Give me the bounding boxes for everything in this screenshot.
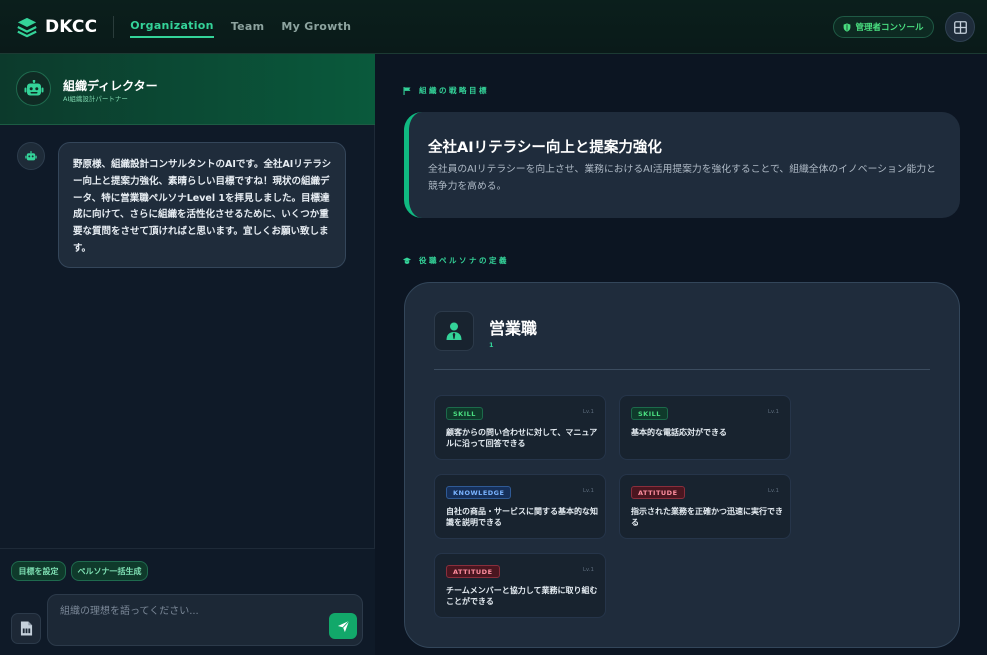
strategic-goal-card[interactable]: 全社AIリテラシー向上と提案力強化 全社員のAIリテラシーを向上させ、業務におけ… [404,112,960,218]
admin-console-label: 管理者コンソール [855,23,924,33]
persona-level: 1 [489,341,494,349]
chat-input[interactable] [47,594,363,646]
send-button[interactable] [329,613,357,639]
competency-level: Lv.1 [582,488,594,494]
goal-description: 全社員のAIリテラシーを向上させ、業務におけるAI活用提案力を強化することで、組… [428,164,936,192]
competency-type-badge: ATTITUDE [446,565,500,578]
persona-section-label: 役職ペルソナの定義 [403,255,509,266]
persona-avatar [434,311,474,351]
grid-icon [953,20,967,34]
competency-card[interactable]: SKILL Lv.1 基本的な電話応対ができる [619,395,791,460]
main-nav: Organization Team My Growth [130,0,368,54]
header-divider [113,15,115,38]
tab-team[interactable]: Team [231,16,265,38]
competency-text: 基本的な電話応対ができる [631,428,727,437]
bot-header: 組織ディレクター AI組織設計パートナー [0,54,375,125]
competency-card[interactable]: KNOWLEDGE Lv.1 自社の商品・サービスに関する基本的な知識を説明でき… [434,474,606,539]
competency-text: 指示された業務を正確かつ迅速に実行できる [631,507,783,527]
robot-icon [25,150,37,160]
competency-text: チームメンバーと協力して業務に取り組むことができる [446,586,598,606]
tab-my-growth[interactable]: My Growth [281,16,351,38]
competency-type-badge: KNOWLEDGE [446,486,512,499]
competency-level: Lv.1 [767,409,779,415]
competency-text: 顧客からの問い合わせに対して、マニュアルに沿って回答できる [446,428,598,448]
pdf-file-icon [20,621,32,636]
competency-level: Lv.1 [582,409,594,415]
chat-message: 野原様、組織設計コンサルタントのAIです。全社AIリテラシー向上と提案力強化、素… [58,142,346,268]
apps-grid-button[interactable] [945,12,975,42]
send-icon [337,620,349,632]
competency-type-badge: SKILL [446,407,483,420]
graduation-cap-icon [403,257,411,264]
chat-composer: 目標を設定 ペルソナ一括生成 [0,548,375,655]
competency-level: Lv.1 [767,488,779,494]
goal-title: 全社AIリテラシー向上と提案力強化 [428,140,662,156]
chat-panel: 組織ディレクター AI組織設計パートナー 野原様、組織設計コンサルタントのAIで… [0,54,375,655]
layers-icon [17,17,37,37]
competency-card[interactable]: ATTITUDE Lv.1 指示された業務を正確かつ迅速に実行できる [619,474,791,539]
persona-name: 営業職 [489,319,538,338]
message-avatar [17,142,45,170]
goal-section-label: 組織の戦略目標 [403,85,489,96]
flag-icon [403,86,411,95]
competency-card[interactable]: SKILL Lv.1 顧客からの問い合わせに対して、マニュアルに沿って回答できる [434,395,606,460]
bot-name: 組織ディレクター [63,79,158,93]
user-tie-icon [446,322,462,340]
tab-organization[interactable]: Organization [130,16,214,38]
persona-divider [434,369,930,370]
competency-type-badge: SKILL [631,407,668,420]
admin-console-button[interactable]: 管理者コンソール [833,16,934,38]
top-header: DKCC Organization Team My Growth 管理者コンソー… [0,0,987,54]
competency-type-badge: ATTITUDE [631,486,685,499]
logo-text: DKCC [45,16,98,37]
bot-subtitle: AI組織設計パートナー [63,95,128,103]
bot-avatar [16,71,51,106]
app-logo[interactable]: DKCC [16,16,97,38]
competency-text: 自社の商品・サービスに関する基本的な知識を説明できる [446,507,598,527]
quick-action-generate-personas[interactable]: ペルソナ一括生成 [71,561,148,581]
quick-action-set-goal[interactable]: 目標を設定 [11,561,66,581]
main-content: 組織の戦略目標 全社AIリテラシー向上と提案力強化 全社員のAIリテラシーを向上… [376,54,987,655]
attach-pdf-button[interactable] [11,613,41,644]
persona-card: 営業職 1 SKILL Lv.1 顧客からの問い合わせに対して、マニュアルに沿っ… [404,282,960,648]
robot-icon [24,79,43,95]
competency-card[interactable]: ATTITUDE Lv.1 チームメンバーと協力して業務に取り組むことができる [434,553,606,618]
shield-icon [844,22,851,32]
competency-level: Lv.1 [582,567,594,573]
